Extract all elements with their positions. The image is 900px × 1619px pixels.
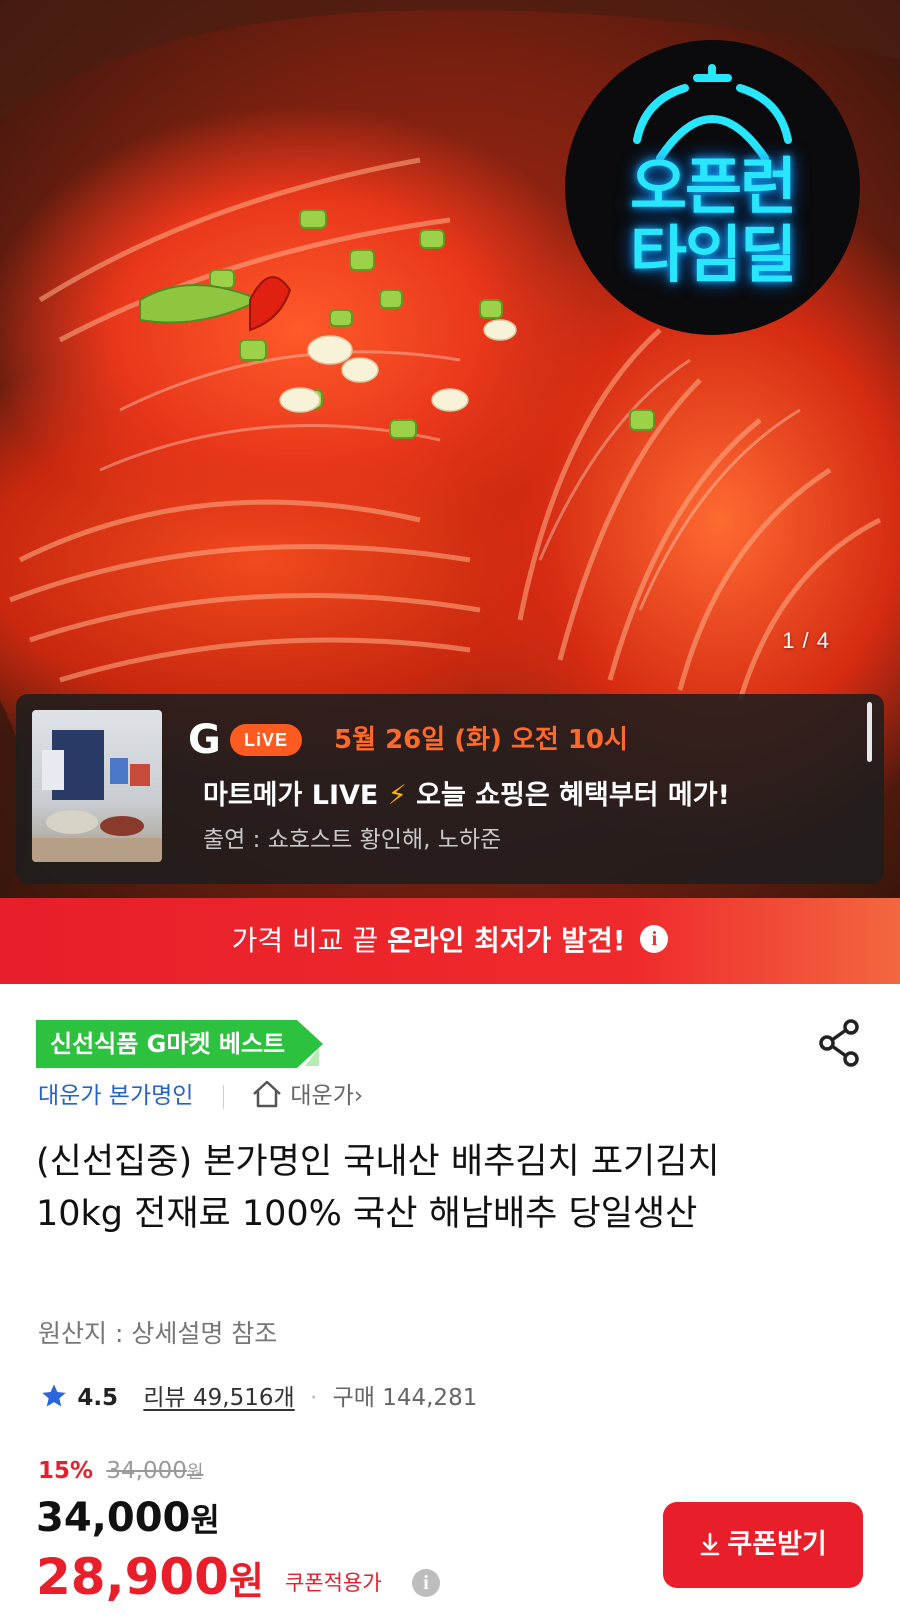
lightning-icon: ⚡ [387, 780, 407, 811]
sale-price-unit: 원 [190, 1501, 220, 1539]
store-link-label: 대운가 [290, 1083, 354, 1109]
live-schedule: 5월 26일 (화) 오전 10시 [334, 725, 628, 755]
info-icon[interactable]: i [640, 925, 669, 953]
star-icon [42, 1383, 66, 1406]
coupon-price-value: 28,900 [36, 1548, 229, 1606]
price-bar-prefix: 가격 비교 끝 [231, 924, 388, 957]
discount-rate: 15% [38, 1458, 94, 1484]
scroll-indicator [867, 702, 872, 762]
product-origin: 원산지 : 상세설명 참조 [38, 1319, 278, 1348]
coupon-price: 28,900원 [36, 1546, 264, 1612]
sale-price: 34,000원 [36, 1492, 220, 1546]
live-title: 마트메가 LIVE ⚡ 오늘 쇼핑은 혜택부터 메가! [203, 776, 730, 816]
best-seller-badge-label: 신선식품 G마켓 베스트 [50, 1030, 286, 1058]
coupon-price-label: 쿠폰적용가 [285, 1571, 382, 1595]
deal-badge-line-1: 오픈런 [629, 150, 797, 223]
product-title: (신선집중) 본가명인 국내산 배추김치 포기김치 10kg 전재료 100% … [36, 1142, 720, 1234]
share-icon[interactable] [818, 1018, 862, 1068]
chevron-right-icon: › [353, 1083, 364, 1109]
badge-corner-decoration [305, 1048, 320, 1066]
live-thumbnail [32, 710, 162, 862]
open-run-timedeal-badge: 오픈런 타임딜 [565, 40, 860, 335]
store-link[interactable]: 대운가› [290, 1083, 363, 1109]
deal-badge-line-2: 타임딜 [629, 218, 797, 291]
best-seller-badge: 신선식품 G마켓 베스트 [36, 1020, 324, 1068]
original-price: 34,000원 [106, 1458, 203, 1484]
sale-price-value: 34,000 [36, 1495, 191, 1541]
separator-dot: · [309, 1385, 318, 1411]
image-pager: 1 / 4 [782, 628, 830, 653]
live-cast: 출연 : 쇼호스트 황인해, 노하준 [203, 827, 502, 853]
seller-name-link[interactable]: 대운가 본가명인 [38, 1083, 193, 1109]
get-coupon-button[interactable]: 쿠폰받기 [663, 1502, 863, 1588]
coupon-price-unit: 원 [228, 1559, 264, 1603]
divider [222, 1084, 224, 1109]
purchase-count: 구매 144,281 [332, 1385, 478, 1411]
discount-row: 15% 34,000원 [38, 1454, 203, 1490]
live-badge: LiVE [230, 724, 303, 756]
original-price-value: 34,000 [106, 1458, 187, 1484]
original-price-unit: 원 [186, 1462, 204, 1483]
download-icon [701, 1532, 720, 1555]
price-bar-highlight: 온라인 최저가 발견! [387, 924, 626, 957]
live-title-text: 마트메가 LIVE [203, 780, 379, 811]
rating-row: 4.5 리뷰 49,516개 · 구매 144,281 [40, 1378, 477, 1418]
review-count-link[interactable]: 리뷰 49,516개 [143, 1385, 294, 1411]
seller-row: 대운가 본가명인 대운가› [38, 1074, 363, 1118]
lowest-price-banner[interactable]: 가격 비교 끝 온라인 최저가 발견! i [0, 898, 900, 984]
rating-value: 4.5 [77, 1385, 119, 1411]
coupon-info-icon[interactable]: i [412, 1569, 440, 1597]
home-icon[interactable] [251, 1079, 283, 1109]
get-coupon-label: 쿠폰받기 [727, 1529, 827, 1560]
live-title-subtext: 오늘 쇼핑은 혜택부터 메가! [406, 780, 730, 811]
live-broadcast-banner[interactable]: G LiVE 5월 26일 (화) 오전 10시 마트메가 LIVE ⚡ 오늘 … [16, 694, 884, 884]
gmarket-g-logo: G [188, 717, 221, 763]
